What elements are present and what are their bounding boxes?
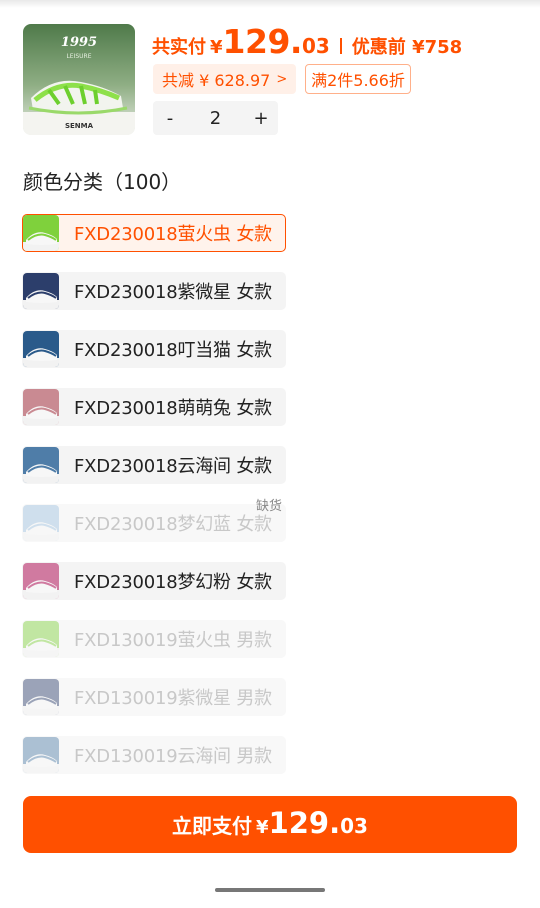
chevron-right-icon: > xyxy=(276,71,288,87)
pay-price-integer: 129. xyxy=(268,806,341,840)
top-shade xyxy=(0,0,540,8)
variant-label: FXD230018梦幻蓝 女款 xyxy=(74,514,272,535)
increase-quantity-button[interactable]: + xyxy=(244,101,278,135)
variant-thumbnail xyxy=(23,563,59,599)
variant-label: FXD130019紫微星 男款 xyxy=(74,688,272,709)
variant-thumbnail xyxy=(23,621,59,657)
paid-label: 共实付 xyxy=(152,37,206,58)
svg-text:1995: 1995 xyxy=(61,35,97,50)
paid-price-integer: 129. xyxy=(222,22,303,61)
promo-deal-label: 满2件5.66折 xyxy=(311,71,405,90)
variant-label: FXD230018梦幻粉 女款 xyxy=(74,572,272,593)
quantity-value[interactable]: 2 xyxy=(187,108,244,129)
promo-deal-chip: 满2件5.66折 xyxy=(305,64,411,94)
quantity-stepper: - 2 + xyxy=(153,101,278,135)
variant-option: FXD130019萤火虫 男款 xyxy=(22,620,286,658)
variant-label: FXD230018紫微星 女款 xyxy=(74,282,272,303)
variant-option: FXD130019紫微星 男款 xyxy=(22,678,286,716)
color-category-title: 颜色分类（100） xyxy=(23,170,182,194)
variant-option[interactable]: FXD230018萤火虫 女款 xyxy=(22,214,286,252)
variant-label: FXD230018萌萌兔 女款 xyxy=(74,398,272,419)
pay-now-button[interactable]: 立即支付 ¥ 129. 03 xyxy=(23,796,517,853)
variant-option[interactable]: FXD230018紫微星 女款 xyxy=(22,272,286,310)
variant-option[interactable]: FXD230018萌萌兔 女款 xyxy=(22,388,286,426)
price-divider xyxy=(339,38,342,54)
product-image[interactable]: 1995 LEISURE SENMA xyxy=(23,24,135,135)
pay-currency-symbol: ¥ xyxy=(256,817,269,838)
variant-thumbnail xyxy=(23,737,59,773)
variant-label: FXD230018云海间 女款 xyxy=(74,456,272,477)
variant-option[interactable]: FXD230018梦幻粉 女款 xyxy=(22,562,286,600)
variant-option[interactable]: FXD230018云海间 女款 xyxy=(22,446,286,484)
pay-price-decimal: 03 xyxy=(340,814,368,838)
variant-label: FXD130019云海间 男款 xyxy=(74,746,272,767)
variant-label: FXD130019萤火虫 男款 xyxy=(74,630,272,651)
variant-thumbnail xyxy=(23,505,59,541)
variant-option[interactable]: FXD230018叮当猫 女款 xyxy=(22,330,286,368)
price-summary: 共实付 ¥ 129. 03 优惠前 ¥758 xyxy=(152,22,462,62)
variant-thumbnail xyxy=(23,447,59,483)
variant-label: FXD230018叮当猫 女款 xyxy=(74,340,272,361)
home-indicator[interactable] xyxy=(215,888,325,892)
variant-thumbnail xyxy=(23,679,59,715)
variant-thumbnail xyxy=(23,331,59,367)
currency-symbol: ¥ xyxy=(210,37,223,58)
svg-text:LEISURE: LEISURE xyxy=(66,53,91,60)
svg-text:SENMA: SENMA xyxy=(65,122,94,130)
variant-option: FXD230018梦幻蓝 女款 缺货 xyxy=(22,499,286,542)
discount-detail-chip[interactable]: 共减 ¥ 628.97 > xyxy=(153,64,296,94)
variant-option: FXD130019云海间 男款 xyxy=(22,736,286,774)
pay-now-label: 立即支付 xyxy=(172,814,253,838)
decrease-quantity-button[interactable]: - xyxy=(153,101,187,135)
paid-price-decimal: 03 xyxy=(301,34,330,58)
discount-amount: 共减 ¥ 628.97 xyxy=(162,71,271,90)
original-price: 优惠前 ¥758 xyxy=(351,37,463,58)
out-of-stock-tag: 缺货 xyxy=(255,499,282,514)
variant-thumbnail xyxy=(23,389,59,425)
variant-thumbnail xyxy=(23,273,59,309)
variant-label: FXD230018萤火虫 女款 xyxy=(74,224,272,245)
variant-thumbnail xyxy=(23,215,59,251)
